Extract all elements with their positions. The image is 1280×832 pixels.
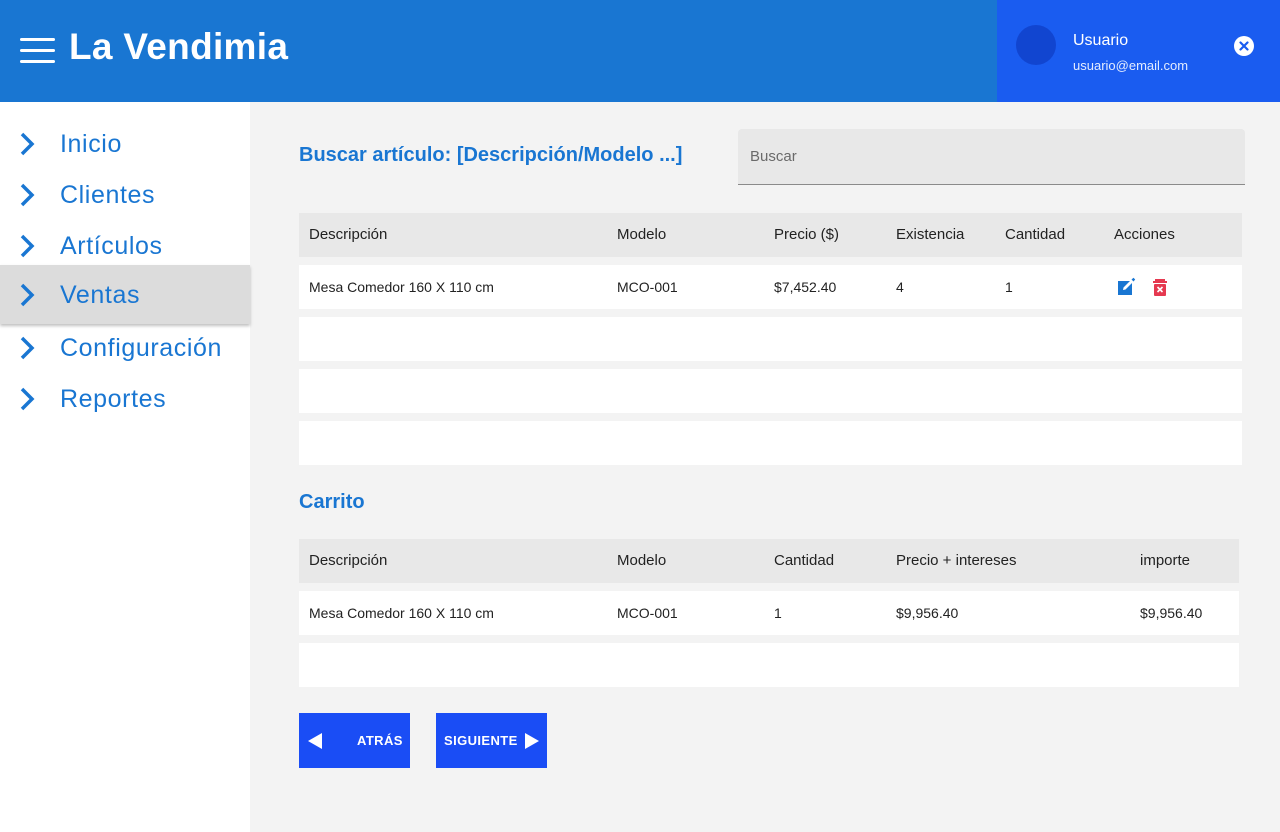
sidebar-item-label: Configuración [60,334,223,362]
table-row-empty [299,643,1239,687]
sidebar-item-label: Ventas [60,281,141,309]
column-header: Descripción [309,552,388,569]
search-label: Buscar artículo: [Descripción/Modelo ...… [299,144,683,166]
column-header: Precio ($) [774,226,840,243]
app-title: La Vendimia [69,26,289,67]
cart-title: Carrito [299,491,365,513]
column-header: Cantidad [1005,226,1066,243]
table-row-empty [299,421,1242,465]
arrow-right-icon [525,733,539,749]
sidebar-item-ventas[interactable]: Ventas [0,265,250,324]
chevron-right-icon [20,283,35,307]
next-button-label: SIGUIENTE [444,733,518,748]
cell-modelo: MCO-001 [617,279,678,295]
back-button-label: ATRÁS [357,733,403,748]
cell-cantidad: 1 [774,605,782,621]
articles-table-header: Descripción Modelo Precio ($) Existencia… [299,213,1242,257]
table-row-empty [299,369,1242,413]
sidebar-item-label: Inicio [60,130,122,158]
sidebar-item-label: Reportes [60,385,167,413]
table-row[interactable]: Mesa Comedor 160 X 110 cm MCO-001 $7,452… [299,265,1242,309]
column-header: Existencia [896,226,965,243]
sidebar-item-clientes[interactable]: Clientes [0,169,250,220]
column-header: Modelo [617,226,667,243]
cell-precio: $7,452.40 [774,279,837,295]
avatar[interactable] [1016,25,1056,65]
cell-descripcion: Mesa Comedor 160 X 110 cm [309,279,494,295]
edit-icon[interactable] [1116,277,1136,297]
column-header: importe [1140,552,1191,569]
chevron-right-icon [20,387,35,411]
arrow-left-icon [308,733,322,749]
column-header: Descripción [309,226,388,243]
cell-cantidad: 1 [1005,279,1013,295]
table-row-empty [299,317,1242,361]
sidebar-item-label: Artículos [60,232,163,260]
chevron-right-icon [20,132,35,156]
column-header: Precio + intereses [896,552,1017,569]
column-header: Cantidad [774,552,835,569]
cell-existencia: 4 [896,279,904,295]
sidebar-item-inicio[interactable]: Inicio [0,118,250,169]
back-button[interactable]: ATRÁS [299,713,410,768]
sidebar-item-reportes[interactable]: Reportes [0,373,250,424]
hamburger-menu-icon[interactable] [20,38,55,64]
delete-icon[interactable] [1150,277,1170,297]
chevron-right-icon [20,336,35,360]
sidebar-item-label: Clientes [60,181,156,209]
search-input[interactable] [738,129,1245,185]
column-header: Acciones [1114,226,1175,243]
close-icon[interactable] [1234,36,1254,56]
chevron-right-icon [20,183,35,207]
cell-importe: $9,956.40 [1140,605,1203,621]
sidebar-item-articulos[interactable]: Artículos [0,220,250,271]
sidebar: Inicio Clientes Artículos Ventas Configu… [0,102,250,832]
column-header: Modelo [617,552,667,569]
cell-precio-intereses: $9,956.40 [896,605,959,621]
chevron-right-icon [20,234,35,258]
user-name: Usuario [1073,32,1129,49]
cell-modelo: MCO-001 [617,605,678,621]
next-button[interactable]: SIGUIENTE [436,713,547,768]
sidebar-item-configuracion[interactable]: Configuración [0,322,250,373]
user-panel: Usuario usuario@email.com [997,0,1280,102]
cart-table-header: Descripción Modelo Cantidad Precio + int… [299,539,1239,583]
user-email: usuario@email.com [1073,58,1189,73]
app-header: La Vendimia Usuario usuario@email.com [0,0,1280,102]
cell-descripcion: Mesa Comedor 160 X 110 cm [309,605,494,621]
table-row[interactable]: Mesa Comedor 160 X 110 cm MCO-001 1 $9,9… [299,591,1239,635]
